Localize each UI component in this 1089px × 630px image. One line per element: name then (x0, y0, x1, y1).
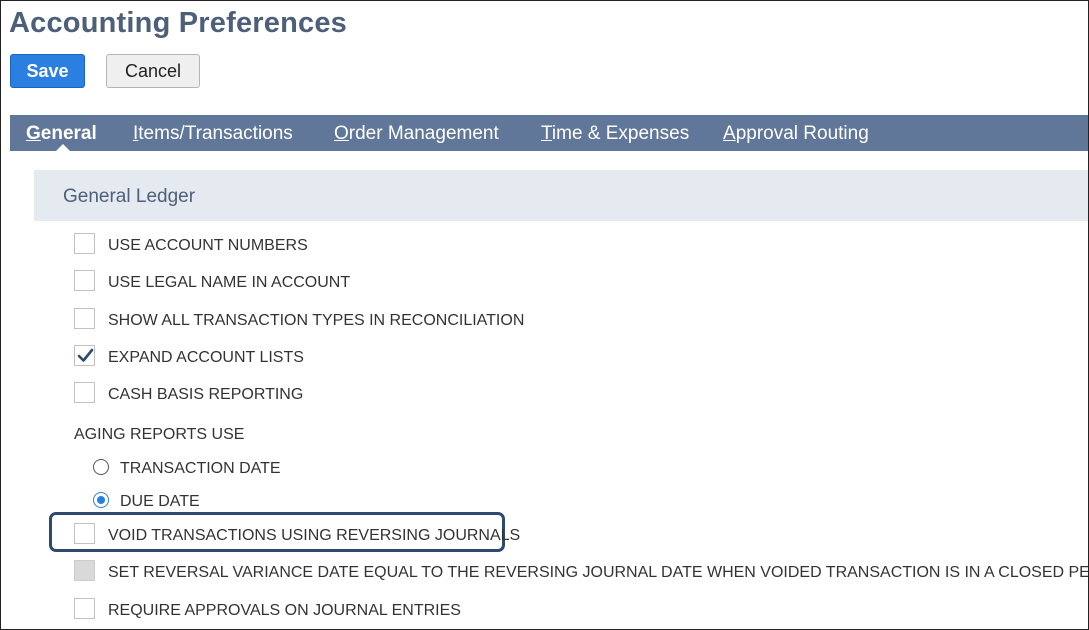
aging-reports-label: AGING REPORTS USE (74, 426, 245, 443)
tab-order-management[interactable]: Order Management (334, 115, 499, 151)
page-title: Accounting Preferences (9, 7, 347, 39)
use-account-numbers-checkbox[interactable] (74, 233, 95, 254)
cancel-button[interactable]: Cancel (106, 54, 200, 88)
use-legal-name-checkbox[interactable] (74, 270, 95, 291)
tab-approval-routing[interactable]: Approval Routing (723, 115, 869, 151)
cash-basis-reporting-checkbox[interactable] (74, 382, 95, 403)
active-tab-indicator (55, 144, 71, 152)
option-label: SET REVERSAL VARIANCE DATE EQUAL TO THE … (108, 564, 1089, 581)
save-button[interactable]: Save (10, 54, 85, 88)
option-label: CASH BASIS REPORTING (108, 386, 304, 403)
due-date-radio[interactable] (93, 492, 109, 508)
checkmark-icon (77, 348, 94, 362)
option-label: SHOW ALL TRANSACTION TYPES IN RECONCILIA… (108, 312, 525, 329)
option-label: VOID TRANSACTIONS USING REVERSING JOURNA… (108, 527, 521, 544)
option-label: USE ACCOUNT NUMBERS (108, 237, 308, 254)
radio-label: TRANSACTION DATE (120, 460, 281, 477)
set-reversal-variance-date-checkbox (74, 560, 95, 581)
tab-bar: General Items/Transactions Order Managem… (10, 115, 1088, 151)
section-title: General Ledger (63, 186, 196, 207)
app-frame: Accounting Preferences Save Cancel Gener… (0, 0, 1089, 630)
option-label: REQUIRE APPROVALS ON JOURNAL ENTRIES (108, 602, 461, 619)
tab-time-expenses[interactable]: Time & Expenses (541, 115, 689, 151)
radio-label: DUE DATE (120, 493, 200, 510)
tab-items-transactions[interactable]: Items/Transactions (133, 115, 293, 151)
expand-account-lists-checkbox[interactable] (74, 345, 95, 366)
option-label: USE LEGAL NAME IN ACCOUNT (108, 274, 351, 291)
option-label: EXPAND ACCOUNT LISTS (108, 349, 304, 366)
transaction-date-radio[interactable] (93, 459, 109, 475)
show-all-transaction-types-checkbox[interactable] (74, 308, 95, 329)
void-transactions-checkbox[interactable] (74, 523, 95, 544)
require-approvals-checkbox[interactable] (74, 598, 95, 619)
